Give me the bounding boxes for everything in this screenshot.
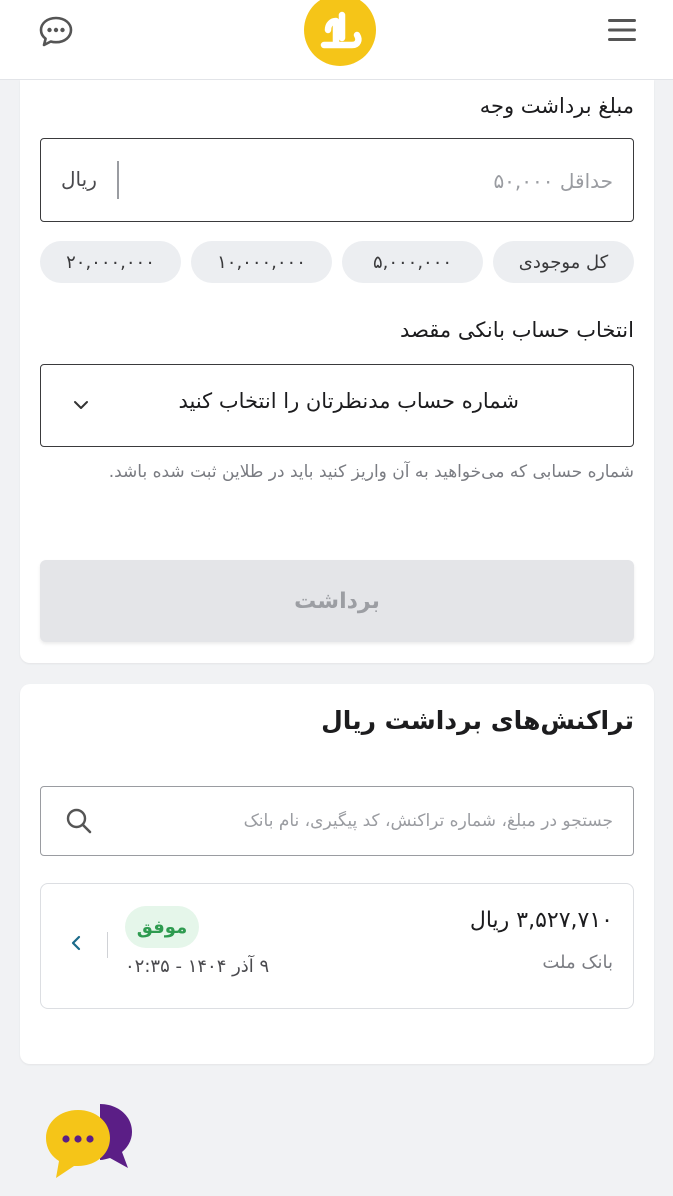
transaction-date: ۹ آذر ۱۴۰۴ - ۰۲:۳۵ [125, 956, 270, 977]
unit-label: ریال [61, 167, 97, 191]
search-icon[interactable] [65, 807, 93, 835]
divider [107, 932, 108, 958]
hamburger-menu-icon[interactable] [602, 12, 642, 48]
transaction-amount: ۳,۵۲۷,۷۱۰ ریال [469, 908, 613, 933]
chip-20m[interactable]: ۲۰,۰۰۰,۰۰۰ [40, 241, 181, 283]
chip-all-balance[interactable]: کل موجودی [493, 241, 634, 283]
support-chat-icon[interactable] [42, 1100, 138, 1184]
account-select[interactable]: شماره حساب مدنظرتان را انتخاب کنید [40, 364, 634, 447]
transaction-bank: بانک ملت [542, 952, 613, 973]
withdraw-button[interactable]: برداشت [40, 560, 634, 642]
amount-input[interactable] [133, 161, 613, 201]
transactions-title: تراکنش‌های برداشت ریال [321, 706, 634, 735]
quick-amount-chips: کل موجودی ۵,۰۰۰,۰۰۰ ۱۰,۰۰۰,۰۰۰ ۲۰,۰۰۰,۰۰… [40, 241, 634, 283]
top-header [0, 0, 673, 80]
amount-field[interactable]: ریال [40, 138, 634, 222]
chevron-down-icon [74, 401, 88, 409]
amount-label: مبلغ برداشت وجه [479, 94, 634, 118]
transaction-item[interactable]: ۳,۵۲۷,۷۱۰ ریال بانک ملت موفق ۹ آذر ۱۴۰۴ … [40, 883, 634, 1009]
chip-10m[interactable]: ۱۰,۰۰۰,۰۰۰ [191, 241, 332, 283]
status-badge: موفق [125, 906, 199, 948]
unit-divider [117, 161, 119, 199]
transactions-card: تراکنش‌های برداشت ریال ۳,۵۲۷,۷۱۰ ریال با… [20, 684, 654, 1064]
account-label: انتخاب حساب بانکی مقصد [400, 318, 634, 342]
withdraw-form-card: مبلغ برداشت وجه ریال کل موجودی ۵,۰۰۰,۰۰۰… [20, 80, 654, 663]
transactions-search[interactable] [40, 786, 634, 856]
account-select-text: شماره حساب مدنظرتان را انتخاب کنید [178, 389, 519, 413]
tala-logo[interactable] [302, 0, 376, 68]
chat-bubble-icon[interactable] [36, 12, 76, 52]
account-hint: شماره حسابی که می‌خواهید به آن واریز کنی… [108, 462, 634, 482]
search-input[interactable] [123, 802, 613, 840]
chevron-left-icon[interactable] [65, 932, 87, 954]
chip-5m[interactable]: ۵,۰۰۰,۰۰۰ [342, 241, 483, 283]
